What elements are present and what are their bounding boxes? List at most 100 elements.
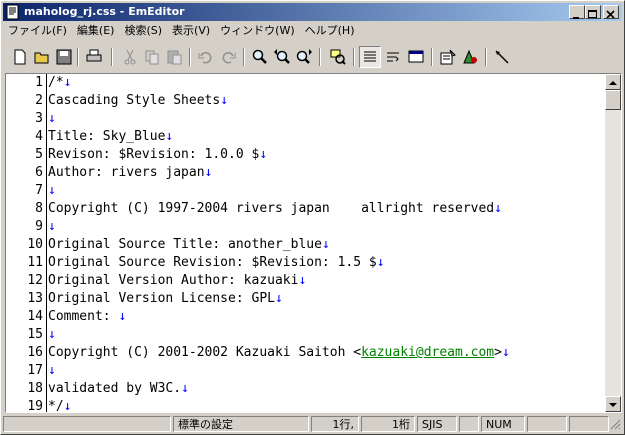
properties-icon[interactable] (439, 48, 457, 66)
arrow-down-icon (609, 403, 617, 407)
newline-mark: ↓ (118, 309, 127, 324)
status-encoding[interactable]: SJIS (417, 416, 457, 432)
menu-window[interactable]: ウィンドウ(W) (215, 22, 299, 40)
toolbar-separator (319, 48, 321, 66)
code-text: > (494, 345, 502, 360)
maximize-button[interactable] (585, 5, 601, 19)
code-line: Revison: $Revision: 1.0.0 $↓ (48, 146, 604, 164)
save-icon[interactable] (55, 48, 73, 66)
code-line: Original Source Title: another_blue↓ (48, 236, 604, 254)
menu-help[interactable]: ヘルプ(H) (300, 22, 360, 40)
menu-edit[interactable]: 編集(E) (72, 22, 120, 40)
code-line: ↓ (48, 362, 604, 380)
find-next-icon[interactable] (295, 48, 313, 66)
cut-icon[interactable] (121, 48, 139, 66)
code-line: Cascading Style Sheets↓ (48, 92, 604, 110)
arrow-up-icon (609, 81, 617, 85)
undo-icon[interactable] (197, 48, 215, 66)
line-number: 10 (27, 237, 43, 252)
scroll-thumb[interactable] (605, 90, 621, 110)
window-icon[interactable] (407, 48, 425, 66)
line-number: 12 (27, 273, 43, 288)
newline-mark: ↓ (204, 165, 213, 180)
newline-mark: ↓ (48, 327, 56, 342)
code-line: */↓ (48, 398, 604, 412)
line-number: 19 (27, 399, 43, 413)
print-icon[interactable] (85, 48, 103, 66)
resize-grip-icon[interactable] (609, 418, 621, 430)
line-number: 15 (27, 327, 43, 342)
menu-file[interactable]: ファイル(F) (3, 22, 72, 40)
code-text: Author: rivers japan (48, 165, 205, 180)
paste-icon[interactable] (165, 48, 183, 66)
code-text: validated by W3C. (48, 381, 182, 396)
email-link[interactable]: kazuaki@dream.com (361, 345, 494, 360)
vertical-scrollbar[interactable] (605, 74, 621, 412)
title-bar[interactable]: maholog_rj.css - EmEditor (3, 3, 622, 21)
code-line: validated by W3C.↓ (48, 380, 604, 398)
minimize-button[interactable] (569, 5, 585, 19)
highlight-icon[interactable] (329, 48, 347, 66)
newline-mark: ↓ (48, 363, 56, 378)
menu-view[interactable]: 表示(V) (167, 22, 215, 40)
toolbar-separator (111, 48, 113, 66)
code-text: Cascading Style Sheets (48, 93, 221, 108)
find-prev-icon[interactable] (273, 48, 291, 66)
newline-mark: ↓ (501, 345, 510, 360)
copy-icon[interactable] (143, 48, 161, 66)
code-text: /* (48, 75, 64, 90)
code-line: ↓ (48, 326, 604, 344)
code-text: Copyright (C) 1997-2004 rivers japan all… (48, 201, 495, 216)
status-blank (527, 416, 567, 432)
redo-icon[interactable] (219, 48, 237, 66)
status-column: 1桁 (361, 416, 415, 432)
macro-icon[interactable] (461, 48, 479, 66)
code-text: Title: Sky_Blue (48, 129, 166, 144)
newline-mark: ↓ (274, 291, 283, 306)
code-line: ↓ (48, 218, 604, 236)
scroll-up-button[interactable] (605, 74, 621, 90)
editor-window: maholog_rj.css - EmEditor ファイル(F) 編集(E) 検索… (0, 0, 625, 435)
wordwrap-window-icon[interactable] (385, 48, 403, 66)
status-blank (569, 416, 609, 432)
newline-mark: ↓ (48, 219, 56, 234)
menu-search[interactable]: 検索(S) (119, 22, 167, 40)
open-folder-icon[interactable] (33, 48, 51, 66)
new-file-icon[interactable] (11, 48, 29, 66)
code-line: Copyright (C) 2001-2002 Kazuaki Saitoh <… (48, 344, 604, 362)
line-number: 5 (35, 147, 43, 162)
code-text: Original Version License: GPL (48, 291, 275, 306)
toolbar-separator (77, 48, 79, 66)
close-button[interactable] (603, 5, 619, 19)
wordwrap-none-button[interactable] (359, 46, 381, 68)
status-bar: 標準の設定 1行, 1桁 SJIS NUM (3, 415, 622, 433)
line-number: 16 (27, 345, 43, 360)
code-text: Original Source Revision: $Revision: 1.5… (48, 255, 377, 270)
newline-mark: ↓ (321, 237, 330, 252)
text-editor[interactable]: 1 2 3 4 5 6 7 8 9 10 11 12 13 14 15 16 1… (5, 73, 622, 413)
code-area[interactable]: /*↓ Cascading Style Sheets↓ ↓ Title: Sky… (48, 74, 604, 412)
gutter-divider (46, 74, 47, 412)
code-line: /*↓ (48, 74, 604, 92)
newline-mark: ↓ (63, 75, 72, 90)
code-line: Comment: ↓ (48, 308, 604, 326)
status-blank (459, 416, 479, 432)
scroll-down-button[interactable] (605, 396, 621, 412)
window-title: maholog_rj.css - EmEditor (24, 5, 185, 18)
app-icon[interactable] (5, 4, 21, 20)
code-line: Author: rivers japan↓ (48, 164, 604, 182)
maximize-icon (588, 10, 597, 18)
code-line: Original Version License: GPL↓ (48, 290, 604, 308)
find-icon[interactable] (251, 48, 269, 66)
tool-icon[interactable] (493, 48, 511, 66)
newline-mark: ↓ (298, 273, 307, 288)
toolbar (3, 44, 622, 70)
newline-mark: ↓ (259, 147, 268, 162)
toolbar-separator (243, 48, 245, 66)
menu-bar: ファイル(F) 編集(E) 検索(S) 表示(V) ウィンドウ(W) ヘルプ(H) (3, 22, 622, 40)
line-number: 14 (27, 309, 43, 324)
status-config[interactable]: 標準の設定 (173, 416, 309, 432)
line-number: 8 (35, 201, 43, 216)
code-text: Copyright (C) 2001-2002 Kazuaki Saitoh < (48, 345, 362, 360)
code-line: ↓ (48, 182, 604, 200)
